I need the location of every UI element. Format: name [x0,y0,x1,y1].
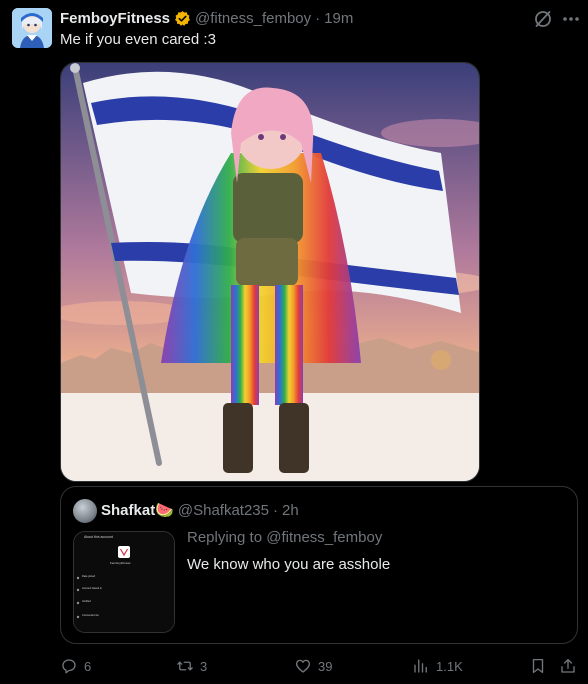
analytics-icon [414,659,427,673]
quoted-author-handle[interactable]: @Shafkat235 [178,502,269,519]
retweet-icon [177,661,193,671]
svg-text:Verified: Verified [82,599,91,603]
retweet-count: 3 [200,658,208,674]
like-button[interactable]: 39 [294,656,332,676]
svg-text:Date joined: Date joined [82,574,96,578]
tweet-timestamp[interactable]: 19m [324,10,353,27]
view-count: 1.1K [436,658,463,674]
quoted-author-display-name[interactable]: Shafkat🍉 [101,501,174,519]
tweet-text: Me if you even cared :3 [60,31,216,48]
quoted-timestamp[interactable]: 2h [282,502,299,519]
bookmark-icon [532,658,544,674]
reply-count: 6 [84,658,92,674]
like-count: 39 [318,658,333,674]
more-options-icon[interactable] [561,9,581,29]
heart-icon [295,659,311,673]
author-handle[interactable]: @fitness_femboy [195,10,311,27]
grok-icon[interactable] [533,9,553,29]
tweet-header: FemboyFitness @fitness_femboy · 19m [60,8,353,28]
share-icon [561,658,575,673]
quoted-separator-dot: · [273,501,278,519]
svg-text:FemboyFitness: FemboyFitness [110,561,131,565]
illustration-image-icon [61,63,479,481]
author-display-name[interactable]: FemboyFitness [60,10,170,27]
anime-avatar-icon [12,8,52,48]
bookmark-button[interactable] [529,656,547,676]
reply-button[interactable]: 6 [60,656,91,676]
tweet-media-image[interactable] [60,62,480,482]
verified-badge-icon[interactable] [174,10,191,27]
views-button[interactable]: 1.1K [412,656,463,676]
quoted-tweet-card[interactable]: Shafkat🍉 @Shafkat235 · 2h About this acc… [60,486,578,644]
screenshot-thumbnail-icon: About this account FemboyFitness Date jo… [74,532,174,632]
quoted-author-avatar[interactable] [73,499,97,523]
author-avatar[interactable] [12,8,52,48]
svg-text:Connected via: Connected via [82,613,99,617]
reply-icon [62,659,76,674]
share-button[interactable] [559,656,577,676]
svg-text:Account based in: Account based in [82,586,102,590]
svg-text:About this account: About this account [84,535,113,539]
replying-to-text[interactable]: Replying to @fitness_femboy [187,529,382,546]
quoted-media-thumbnail[interactable]: About this account FemboyFitness Date jo… [73,531,175,633]
quoted-tweet-text: We know who you are asshole [187,556,391,573]
separator-dot: · [315,9,321,27]
quoted-tweet-header: Shafkat🍉 @Shafkat235 · 2h [101,501,299,520]
retweet-button[interactable]: 3 [176,656,207,676]
